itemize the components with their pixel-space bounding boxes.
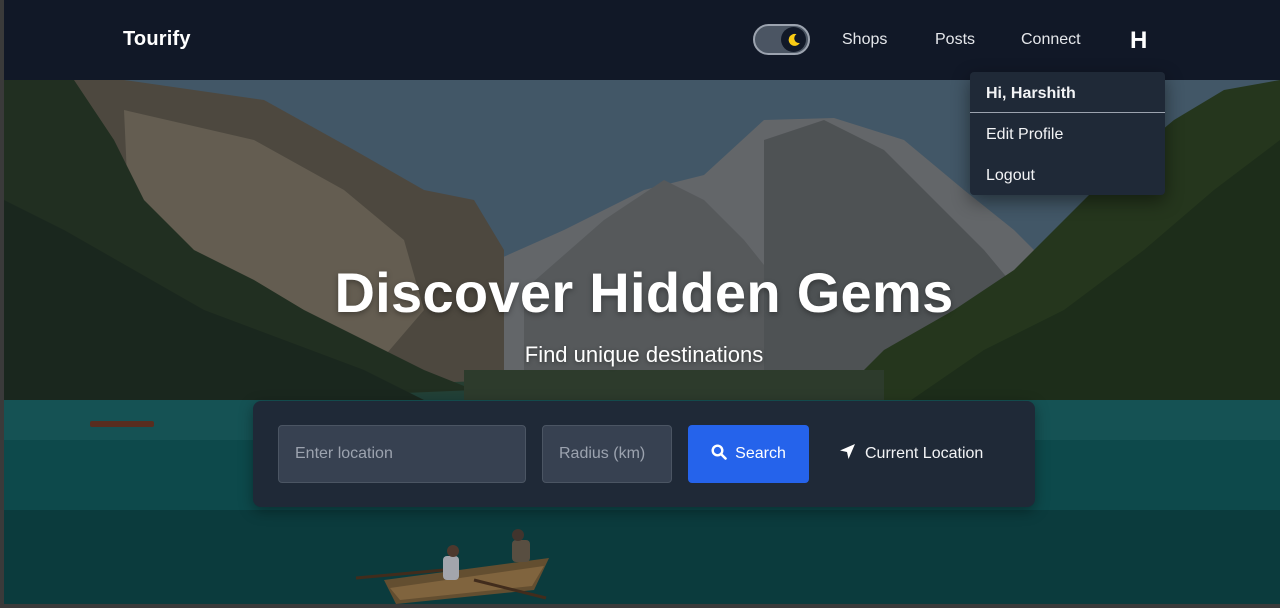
current-location-label: Current Location [865,445,984,462]
navbar: Tourify Shops Posts Connect H [4,0,1280,80]
theme-toggle[interactable] [753,24,810,55]
logout-item[interactable]: Logout [970,154,1165,195]
app-frame: Tourify Shops Posts Connect H Hi, Harshi… [4,0,1280,604]
location-input[interactable] [278,425,526,483]
radius-input[interactable] [542,425,672,483]
location-arrow-icon [839,443,856,465]
search-icon [711,443,727,465]
nav-link-posts[interactable]: Posts [935,31,975,49]
hero-title: Discover Hidden Gems [334,261,954,324]
brand-logo[interactable]: Tourify [123,28,191,51]
profile-dropdown: Hi, Harshith Edit Profile Logout [970,72,1165,195]
search-button-label: Search [735,445,786,462]
moon-icon [781,27,806,52]
dropdown-greeting: Hi, Harshith [970,72,1165,113]
user-avatar[interactable]: H [1130,27,1147,55]
current-location-button[interactable]: Current Location [839,425,983,483]
nav-link-shops[interactable]: Shops [842,31,887,49]
hero-subtitle: Find unique destinations [524,342,764,367]
search-card: Search Current Location [253,401,1035,507]
edit-profile-item[interactable]: Edit Profile [970,113,1165,154]
search-button[interactable]: Search [688,425,809,483]
nav-link-connect[interactable]: Connect [1021,31,1081,49]
